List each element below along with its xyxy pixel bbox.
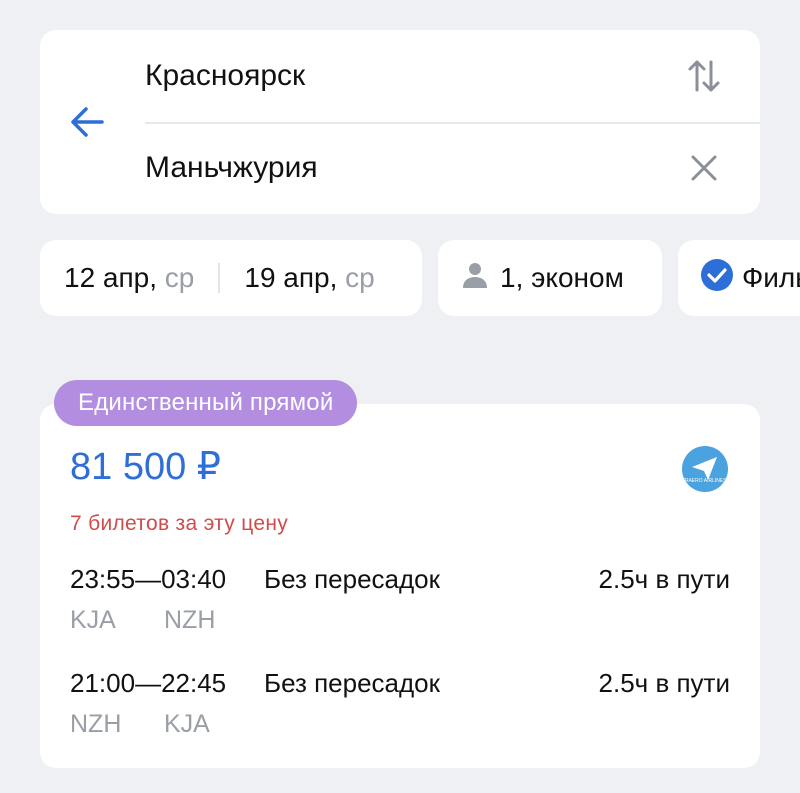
price: 81 500 ₽ — [70, 446, 221, 488]
airline-logo-text: IRAERO AIRLINES — [683, 478, 727, 484]
origin-city: Красноярск — [145, 59, 306, 92]
departure-airport-code: KJA — [70, 606, 116, 634]
departure-airport-code: NZH — [70, 710, 122, 738]
destination-field[interactable]: Маньчжурия — [145, 122, 760, 214]
segment-duration: 2.5ч в пути — [598, 668, 730, 698]
return-weekday: ср — [345, 262, 375, 293]
flight-segment: 23:55—03:40 Без пересадок 2.5ч в пути KJ… — [70, 564, 730, 644]
back-arrow-icon[interactable] — [68, 104, 108, 140]
swap-icon[interactable] — [684, 56, 724, 96]
return-date[interactable]: 19 апр, ср — [220, 262, 374, 294]
direct-flight-badge: Единственный прямой — [54, 380, 358, 426]
segment-stops: Без пересадок — [264, 668, 441, 698]
clear-icon[interactable] — [684, 148, 724, 188]
passengers-label: 1, эконом — [500, 262, 624, 293]
person-icon — [460, 260, 490, 297]
check-circle-icon — [700, 258, 734, 299]
return-date-comma: , — [329, 262, 338, 293]
tickets-note: 7 билетов за эту цену — [70, 512, 289, 535]
passengers-chip[interactable]: 1, эконом — [438, 240, 662, 316]
filters-label: Фильтры — [742, 262, 800, 293]
dates-chip[interactable]: 12 апр, ср 19 апр, ср — [40, 240, 422, 316]
route-search-card: Красноярск Маньчжурия — [40, 30, 760, 214]
filters-chip[interactable]: Фильтры — [678, 240, 800, 316]
flight-segment: 21:00—22:45 Без пересадок 2.5ч в пути NZ… — [70, 668, 730, 748]
arrival-airport-code: KJA — [164, 710, 210, 738]
airline-logo-icon: IRAERO AIRLINES — [682, 446, 728, 492]
depart-date-value: 12 апр — [64, 262, 150, 293]
segment-times: 23:55—03:40 — [70, 564, 227, 594]
segment-duration: 2.5ч в пути — [598, 564, 730, 594]
segment-stops: Без пересадок — [264, 564, 441, 594]
depart-date[interactable]: 12 апр, ср — [40, 262, 194, 294]
destination-city: Маньчжурия — [145, 151, 318, 184]
depart-weekday: ср — [164, 262, 195, 293]
segment-times: 21:00—22:45 — [70, 668, 227, 698]
flight-result-card[interactable]: 81 500 ₽ IRAERO AIRLINES 7 билетов за эт… — [40, 404, 760, 768]
arrival-airport-code: NZH — [164, 606, 216, 634]
origin-field[interactable]: Красноярск — [145, 30, 760, 124]
return-date-value: 19 апр — [244, 262, 330, 293]
depart-date-comma: , — [149, 262, 158, 293]
